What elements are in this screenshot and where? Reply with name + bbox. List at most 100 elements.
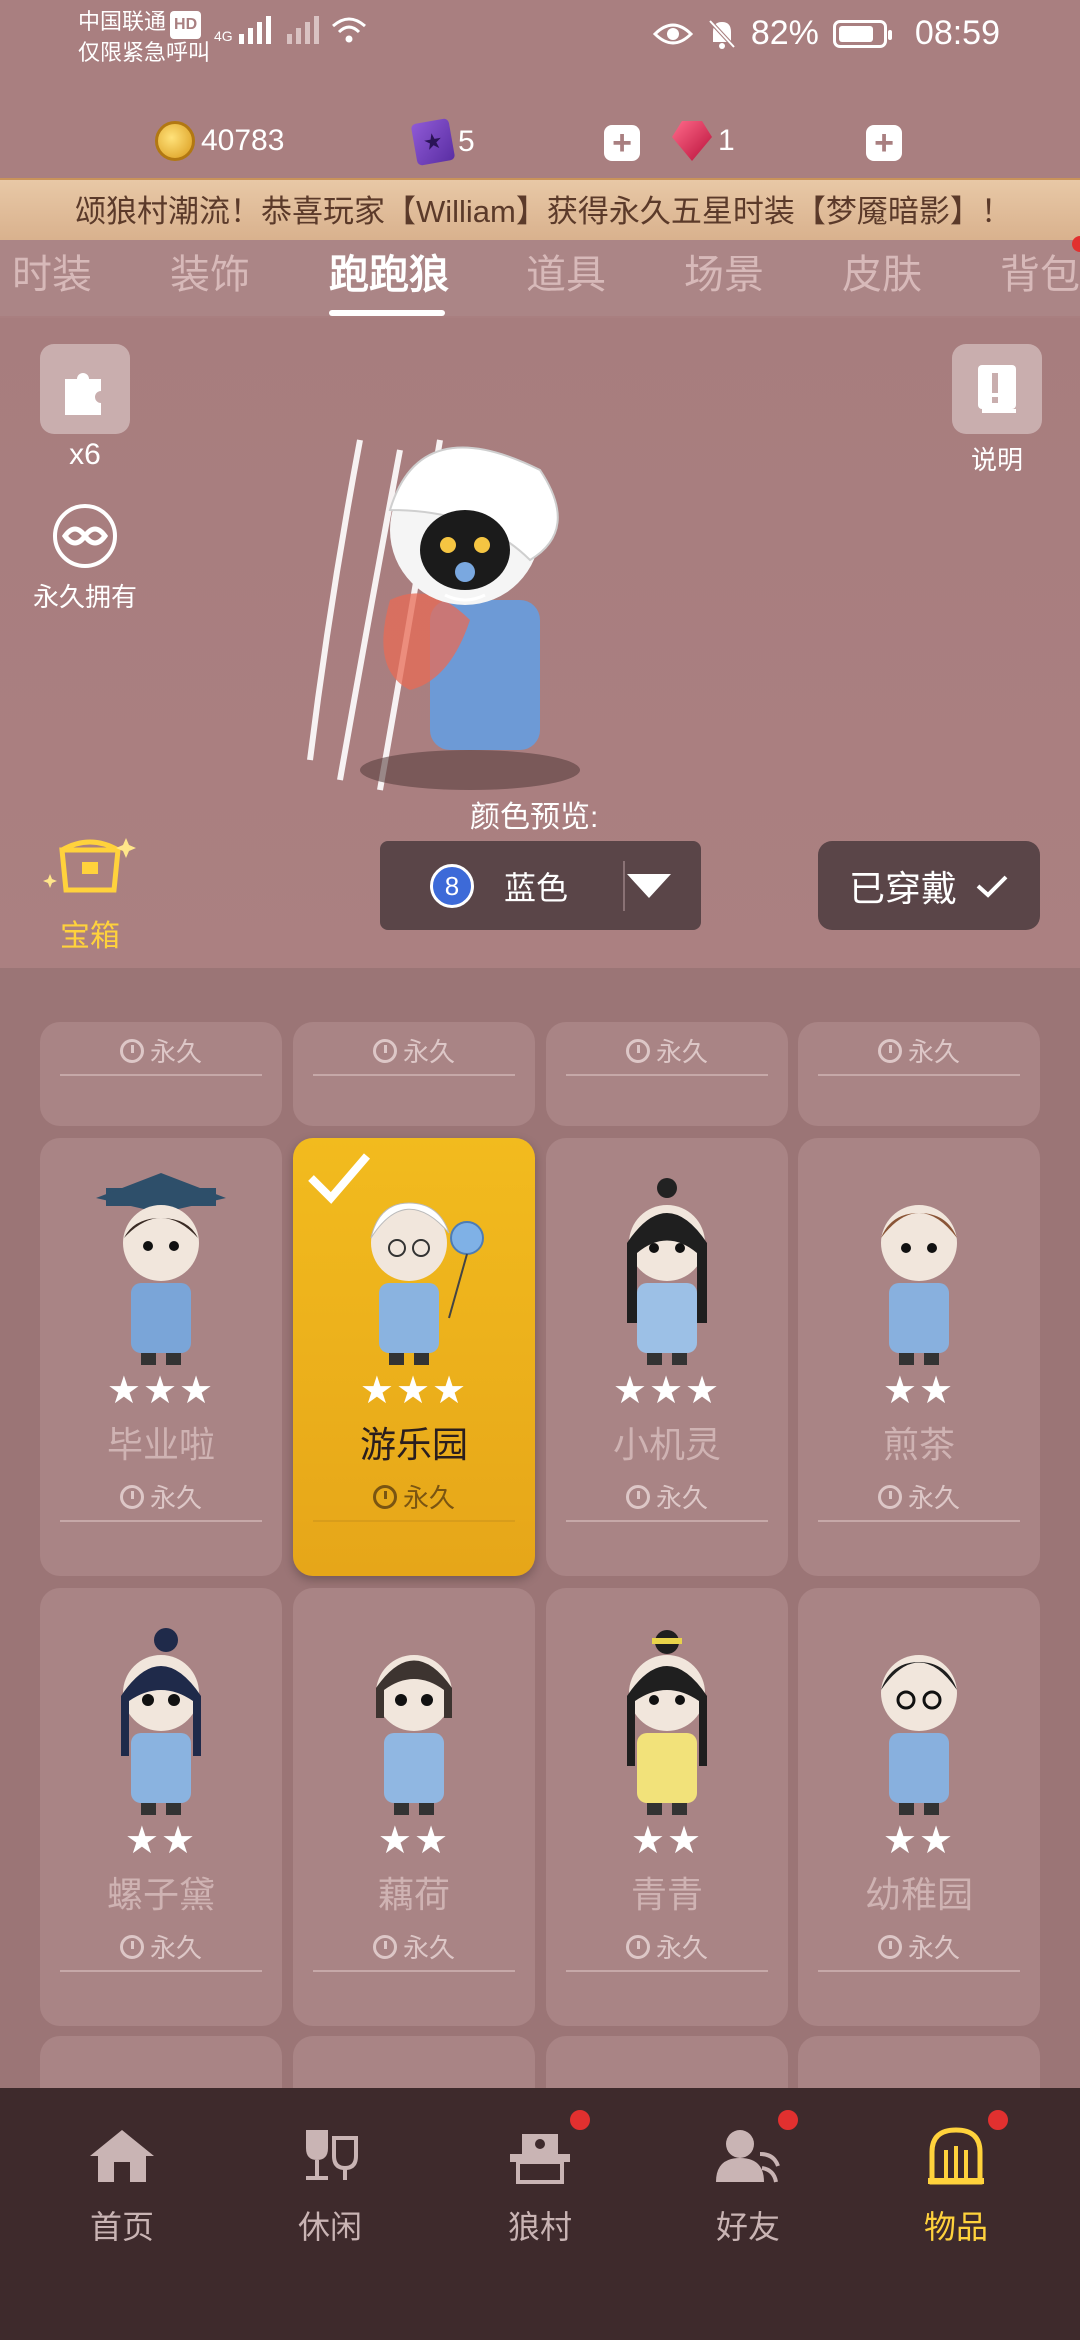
tab-props[interactable]: 道具 (526, 242, 606, 300)
clock-icon (372, 1038, 397, 1063)
clock-icon (625, 1934, 650, 1959)
signal-icon: 4G (214, 16, 367, 44)
treasure-chest-button[interactable]: 宝箱 (40, 830, 140, 955)
network-type: 4G (214, 28, 233, 44)
chest-label: 宝箱 (60, 920, 120, 953)
book-help-icon (952, 344, 1042, 434)
divider (313, 1520, 515, 1522)
rarity-stars: ★★ (882, 1370, 956, 1412)
duration-text: 永久 (149, 1037, 202, 1067)
divider (818, 1074, 1020, 1076)
tab-runner-wolf[interactable]: 跑跑狼 (329, 242, 449, 300)
duration-text: 永久 (149, 1933, 202, 1963)
add-books-button[interactable]: + (604, 125, 640, 161)
duration-label: 永久 (293, 1478, 535, 1515)
dropdown-divider (623, 861, 625, 911)
costume-card-partial[interactable]: 永久 (40, 1022, 282, 1126)
costume-card[interactable]: ★★★ 小机灵 永久 (546, 1138, 788, 1576)
costume-card-selected[interactable]: ★★★ 游乐园 永久 (293, 1138, 535, 1576)
costume-name: 毕业啦 (106, 1424, 215, 1465)
notification-dot (776, 2108, 800, 2132)
duration-label: 永久 (546, 1928, 788, 1965)
costume-card-partial[interactable] (798, 2036, 1040, 2088)
eye-icon (652, 23, 693, 44)
puzzle-button[interactable]: x6 (40, 344, 130, 472)
tab-scenes[interactable]: 场景 (684, 242, 764, 300)
costume-card[interactable]: ★★ 螺子黛 永久 (40, 1588, 282, 2026)
chest-icon (43, 838, 136, 893)
coin-balance: 40783 (155, 121, 284, 161)
costume-card[interactable]: ★★ 藕荷 永久 (293, 1588, 535, 2026)
battery-icon (832, 19, 892, 48)
book-count: 5 (458, 125, 475, 158)
emergency-text: 仅限紧急呼叫 (78, 40, 211, 65)
clock-icon (119, 1038, 144, 1063)
costume-name: 游乐园 (359, 1424, 468, 1465)
nav-label: 好友 (715, 2209, 780, 2245)
costume-card[interactable]: ★★★ 毕业啦 永久 (40, 1138, 282, 1576)
category-tabs: 时装 装饰 跑跑狼 道具 场景 皮肤 背包 (0, 240, 1080, 316)
divider (818, 1520, 1020, 1522)
duration-label: 永久 (798, 1478, 1040, 1515)
coin-count: 40783 (201, 124, 285, 157)
costume-name: 幼稚园 (864, 1874, 973, 1915)
tab-fashion[interactable]: 时装 (12, 242, 92, 300)
costume-card-partial[interactable] (546, 2036, 788, 2088)
costume-card-partial[interactable]: 永久 (293, 1022, 535, 1126)
friends-icon (716, 2130, 780, 2183)
nav-village[interactable]: 狼村 (470, 2124, 610, 2248)
tab-backpack[interactable]: 背包 (1000, 242, 1080, 300)
tab-decoration[interactable]: 装饰 (170, 242, 250, 300)
coin-icon (155, 121, 195, 161)
color-dropdown[interactable]: 8 蓝色 (380, 841, 701, 930)
costume-card[interactable]: ★★ 幼稚园 永久 (798, 1588, 1040, 2026)
wifi-icon (331, 17, 366, 43)
costume-name: 小机灵 (612, 1424, 721, 1465)
status-right: 82% 08:59 (652, 14, 1000, 53)
hd-badge: HD (170, 11, 202, 39)
equipped-button[interactable]: 已穿戴 (818, 841, 1040, 930)
infinity-icon (53, 504, 117, 568)
battery-percent: 82% (750, 14, 819, 52)
book-balance: ★ 5 (410, 118, 475, 166)
clock-icon (625, 1484, 650, 1509)
costume-name: 藕荷 (377, 1874, 450, 1915)
clock-icon (877, 1038, 902, 1063)
duration-label: 永久 (293, 1032, 535, 1069)
nav-leisure[interactable]: 休闲 (260, 2124, 400, 2248)
add-gems-button[interactable]: + (866, 125, 902, 161)
duration-label: 永久 (798, 1928, 1040, 1965)
costume-card-partial[interactable]: 永久 (798, 1022, 1040, 1126)
costume-card-partial[interactable] (293, 2036, 535, 2088)
costume-card-partial[interactable]: 永久 (546, 1022, 788, 1126)
chevron-down-icon (627, 874, 671, 898)
costume-portrait (881, 1655, 957, 1815)
costume-grid: 永久 永久 永久 永久 ★★★ 毕业啦 永久 ★★★ 游乐园 永久 ★★★ 小机… (0, 968, 1080, 2088)
costume-card[interactable]: ★★ 青青 永久 (546, 1588, 788, 2026)
ownership-label: 永久拥有 (32, 582, 137, 612)
help-label: 说明 (970, 445, 1023, 475)
bottom-navigation: 首页 休闲 狼村 好友 物品 (0, 2088, 1080, 2340)
duration-text: 永久 (402, 1933, 455, 1963)
duration-label: 永久 (293, 1928, 535, 1965)
announcement-marquee: 颂狼村潮流！恭喜玩家【William】获得永久五星时装【梦魇暗影】！ (0, 178, 1080, 246)
notification-dot (568, 2108, 592, 2132)
nav-label: 物品 (923, 2209, 988, 2245)
costume-card[interactable]: ★★ 煎茶 永久 (798, 1138, 1040, 1576)
rarity-stars: ★★★ (612, 1370, 722, 1412)
rarity-stars: ★★ (377, 1820, 451, 1862)
status-bar: 中国联通 HD 仅限紧急呼叫 4G 82% 08:59 (0, 0, 1080, 80)
nav-friends[interactable]: 好友 (678, 2124, 818, 2248)
tab-skins[interactable]: 皮肤 (842, 242, 922, 300)
rarity-stars: ★★ (882, 1820, 956, 1862)
home-icon (90, 2130, 154, 2182)
nav-items[interactable]: 物品 (886, 2124, 1026, 2248)
equipped-label: 已穿戴 (848, 867, 957, 909)
character-avatar (307, 439, 580, 791)
book-icon: ★ (410, 118, 456, 166)
nav-home[interactable]: 首页 (52, 2124, 192, 2248)
costume-card-partial[interactable] (40, 2036, 282, 2088)
duration-text: 永久 (149, 1483, 202, 1513)
help-button[interactable]: 说明 (952, 344, 1042, 477)
divider (60, 1074, 262, 1076)
